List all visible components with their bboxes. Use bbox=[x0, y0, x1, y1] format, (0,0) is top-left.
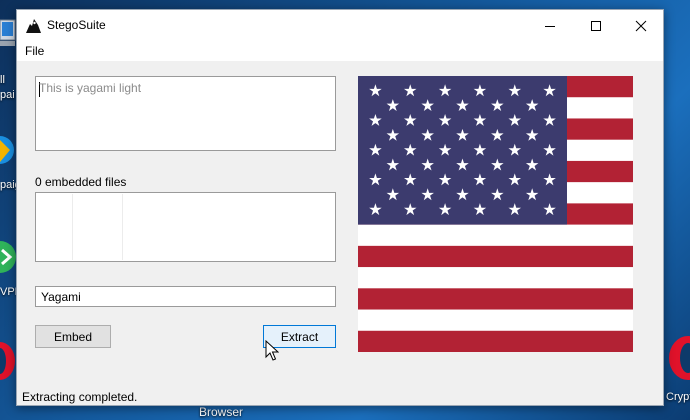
stegosuite-window: StegoSuite File This is yagami light 0 e… bbox=[16, 9, 664, 406]
menu-bar: File bbox=[17, 41, 663, 61]
minimize-button[interactable] bbox=[527, 10, 573, 41]
flag-stripe bbox=[358, 224, 633, 247]
password-field[interactable]: Yagami bbox=[35, 286, 336, 307]
maximize-button[interactable] bbox=[573, 10, 619, 41]
desktop-label-repair: pai bbox=[0, 89, 15, 101]
list-column-divider bbox=[122, 194, 123, 260]
message-textarea[interactable]: This is yagami light bbox=[35, 76, 336, 151]
status-text: Extracting completed. bbox=[22, 390, 138, 404]
mouse-pointer-icon bbox=[265, 339, 280, 365]
flag-stripe bbox=[358, 267, 633, 289]
flag-stripe bbox=[358, 245, 633, 268]
desktop-computer-icon[interactable] bbox=[0, 18, 16, 51]
desktop-shield-icon[interactable] bbox=[0, 130, 14, 173]
list-column-divider bbox=[72, 194, 73, 260]
flag-canton bbox=[358, 76, 567, 225]
desktop-label-crypto: Crypt bbox=[666, 391, 690, 403]
window-title: StegoSuite bbox=[47, 18, 106, 32]
password-value: Yagami bbox=[41, 290, 81, 304]
minimize-icon bbox=[545, 25, 555, 27]
message-placeholder: This is yagami light bbox=[39, 81, 142, 95]
close-icon bbox=[635, 20, 647, 31]
desktop-label-install: ll bbox=[0, 74, 5, 86]
opera-icon[interactable] bbox=[0, 338, 16, 387]
embedded-files-label: 0 embedded files bbox=[35, 175, 127, 189]
menu-file[interactable]: File bbox=[25, 44, 44, 58]
flag-stripe bbox=[358, 309, 633, 332]
cover-image-flag bbox=[358, 76, 633, 352]
title-bar[interactable]: StegoSuite bbox=[17, 10, 663, 41]
embedded-files-list[interactable] bbox=[35, 192, 336, 262]
opera-crypto-icon[interactable] bbox=[664, 334, 690, 387]
flag-stripe bbox=[358, 330, 633, 352]
maximize-icon bbox=[591, 20, 601, 31]
embed-button[interactable]: Embed bbox=[35, 325, 111, 348]
close-button[interactable] bbox=[618, 10, 664, 41]
desktop-label-browser: Browser bbox=[199, 405, 244, 419]
app-logo-icon bbox=[25, 17, 42, 34]
flag-stripe bbox=[358, 288, 633, 310]
vpn-icon[interactable] bbox=[0, 234, 16, 283]
